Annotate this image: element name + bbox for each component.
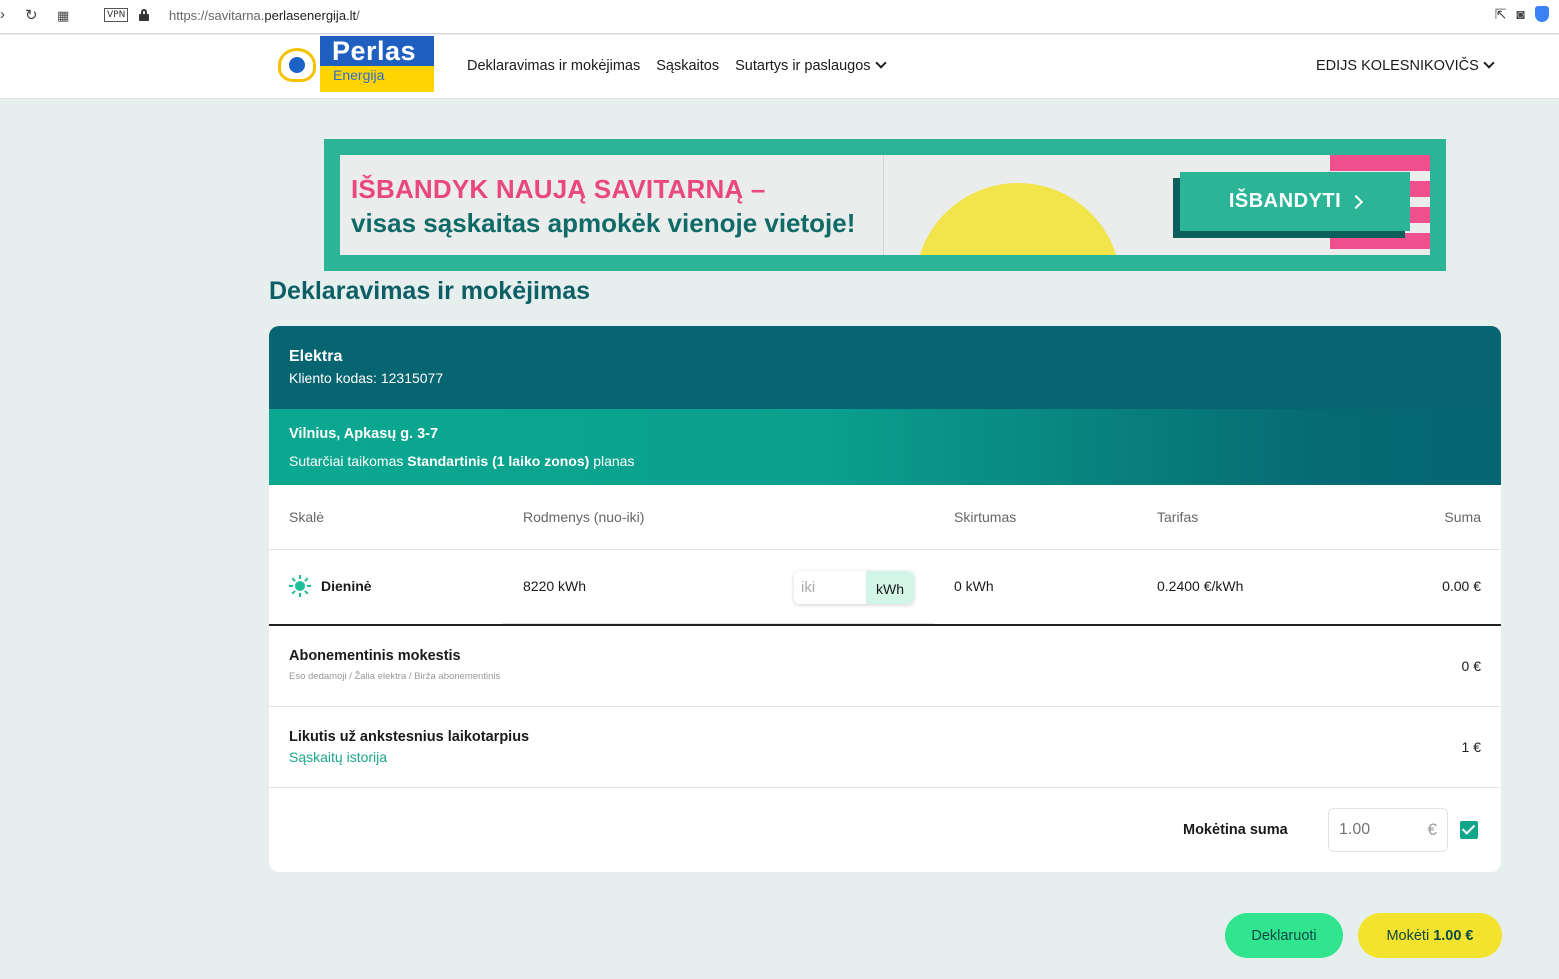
payable-checkbox[interactable] [1460, 821, 1478, 839]
try-button[interactable]: IŠBANDYTI [1180, 172, 1410, 231]
logo-bottom-text: Energija [320, 66, 434, 92]
subscription-label: Abonementinis mokestis [289, 648, 461, 664]
lock-icon [139, 9, 149, 21]
chevron-down-icon [874, 57, 887, 69]
sun-decoration [915, 183, 1121, 255]
payable-row: Mokėtina suma € [269, 788, 1501, 872]
payable-field[interactable]: € [1328, 808, 1448, 852]
address-bar[interactable]: https://savitarna.perlasenergija.lt/ [169, 8, 360, 23]
subscription-amount: 0 € [1461, 658, 1481, 674]
column-header-readings: Rodmenys (nuo-iki) [523, 509, 645, 525]
sun-icon [289, 575, 311, 597]
nav-item-invoices[interactable]: Sąskaitos [656, 58, 719, 74]
reading-to-input[interactable] [794, 571, 866, 604]
banner-subline: visas sąskaitas apmokėk vienoje vietoje! [351, 208, 856, 238]
pearl-shell-icon [276, 36, 320, 92]
unit-label: kWh [866, 571, 914, 604]
payable-label: Mokėtina suma [1183, 822, 1288, 838]
reading-from: 8220 kWh [523, 578, 587, 594]
column-header-sum: Suma [1444, 509, 1481, 525]
shield-icon[interactable] [1535, 6, 1549, 22]
sum-value: 0.00 € [1442, 578, 1481, 594]
column-header-tariff: Tarifas [1157, 509, 1199, 525]
banner-headline: IŠBANDYK NAUJĄ SAVITARNĄ – [351, 174, 766, 204]
column-header-scale: Skalė [289, 509, 325, 525]
address: Vilnius, Apkasų g. 3-7 [289, 426, 439, 442]
payable-input[interactable] [1339, 821, 1419, 839]
scale-name: Dieninė [321, 578, 372, 594]
balance-amount: 1 € [1461, 739, 1481, 755]
electricity-card: Elektra Kliento kodas: 12315077 Vilnius,… [269, 326, 1501, 872]
card-header: Elektra Kliento kodas: 12315077 [269, 326, 1501, 409]
browser-toolbar: › ↻ ▦ VPN https://savitarna.perlasenergi… [0, 0, 1559, 34]
table-row: Dieninė 8220 kWh kWh 0 kWh 0.2400 €/kWh … [269, 549, 1501, 626]
site-header: Perlas Energija Deklaravimas ir mokėjima… [0, 35, 1559, 99]
balance-row: Likutis už ankstesnius laikotarpius Sąsk… [269, 707, 1501, 788]
declare-button[interactable]: Deklaruoti [1225, 913, 1343, 958]
logo-top-text: Perlas [320, 36, 434, 66]
currency-label: € [1427, 820, 1437, 839]
plan-text: Sutarčiai taikomas Standartinis (1 laiko… [289, 453, 635, 469]
user-menu[interactable]: EDIJS KOLESNIKOVIČS [1316, 57, 1495, 74]
nav-item-declaration[interactable]: Deklaravimas ir mokėjimas [467, 58, 640, 74]
back-icon[interactable]: › [0, 6, 5, 23]
address-bar-section: Vilnius, Apkasų g. 3-7 Sutarčiai taikoma… [269, 409, 1501, 485]
balance-label: Likutis už ankstesnius laikotarpius [289, 729, 530, 745]
chevron-right-icon [1349, 194, 1364, 209]
promo-banner[interactable]: IŠBANDYK NAUJĄ SAVITARNĄ – visas sąskait… [324, 139, 1446, 271]
reload-icon[interactable]: ↻ [25, 6, 38, 24]
service-title: Elektra [289, 348, 343, 365]
subscription-note: Eso dedamoji / Žalia elektra / Birža abo… [289, 671, 501, 682]
difference-value: 0 kWh [954, 578, 994, 594]
main-nav: Deklaravimas ir mokėjimas Sąskaitos Suta… [467, 57, 887, 74]
vpn-badge[interactable]: VPN [104, 8, 129, 22]
pay-button[interactable]: Mokėti 1.00 € [1358, 913, 1502, 958]
nav-item-contracts[interactable]: Sutartys ir paslaugos [735, 57, 887, 74]
subscription-row: Abonementinis mokestis Eso dedamoji / Ža… [269, 626, 1501, 707]
tariff-value: 0.2400 €/kWh [1157, 578, 1244, 594]
client-code: Kliento kodas: 12315077 [289, 370, 444, 386]
camera-icon[interactable]: ◙ [1517, 6, 1525, 23]
column-header-difference: Skirtumas [954, 509, 1017, 525]
reading-to-field[interactable]: kWh [794, 571, 914, 604]
page-title: Deklaravimas ir mokėjimas [269, 277, 591, 305]
share-icon[interactable]: ⇱ [1495, 6, 1507, 23]
grid-icon[interactable]: ▦ [57, 8, 69, 24]
chevron-down-icon [1483, 57, 1495, 69]
brand-logo[interactable]: Perlas Energija [276, 36, 434, 92]
invoice-history-link[interactable]: Sąskaitų istorija [289, 749, 387, 765]
